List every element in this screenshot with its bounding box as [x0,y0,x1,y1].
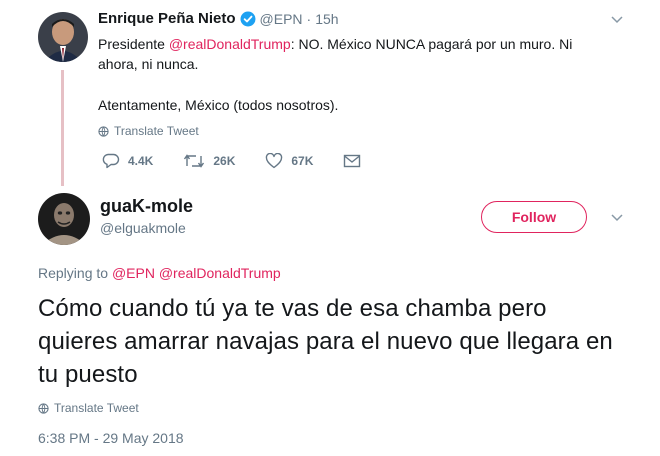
author-handle[interactable]: @EPN [260,11,303,27]
replying-to-label: Replying to [38,265,109,281]
retweet-count: 26K [213,154,236,168]
reply-icon [102,153,120,169]
translate-tweet-link[interactable]: Translate Tweet [98,124,199,138]
dot-separator: · [306,10,312,27]
mention-link[interactable]: @realDonaldTrump [169,36,291,52]
message-icon [343,153,361,169]
replying-to-users[interactable]: @EPN @realDonaldTrump [112,265,281,281]
tweet-time[interactable]: 15h [315,11,338,27]
reply-timestamp[interactable]: 6:38 PM - 29 May 2018 [38,430,184,446]
translate-label: Translate Tweet [114,124,199,138]
parent-tweet-signoff: Atentamente, México (todos nosotros). [98,97,339,113]
thread-connector-line [61,70,64,186]
reply-button[interactable]: 4.4K [102,153,153,169]
like-count: 67K [291,154,314,168]
author-name[interactable]: Enrique Peña Nieto [98,10,236,27]
globe-icon [38,402,49,414]
globe-icon [98,125,109,137]
guakmole-avatar[interactable] [38,193,90,245]
direct-message-button[interactable] [343,153,361,169]
epn-avatar[interactable] [38,12,88,62]
verified-badge-icon [240,11,256,27]
reply-author-handle[interactable]: @elguakmole [100,220,193,236]
retweet-icon [183,153,205,169]
like-icon [265,153,283,169]
tweet-actions: 4.4K 26K 67K [102,153,391,169]
text-prefix: Presidente [98,36,169,52]
retweet-button[interactable]: 26K [183,153,235,169]
reply-author-name[interactable]: guaK-mole [100,196,193,217]
reply-chevron-down-icon[interactable] [609,211,625,229]
replying-to-line: Replying to @EPN @realDonaldTrump [38,265,281,281]
parent-tweet-text: Presidente @realDonaldTrump: NO. México … [98,34,608,74]
reply-count: 4.4K [128,154,154,168]
like-button[interactable]: 67K [265,153,313,169]
chevron-down-icon[interactable] [609,13,625,31]
follow-button[interactable]: Follow [481,201,587,233]
reply-translate-label: Translate Tweet [54,401,139,415]
reply-translate-tweet-link[interactable]: Translate Tweet [38,401,139,415]
reply-tweet-text: Cómo cuando tú ya te vas de esa chamba p… [38,295,613,388]
